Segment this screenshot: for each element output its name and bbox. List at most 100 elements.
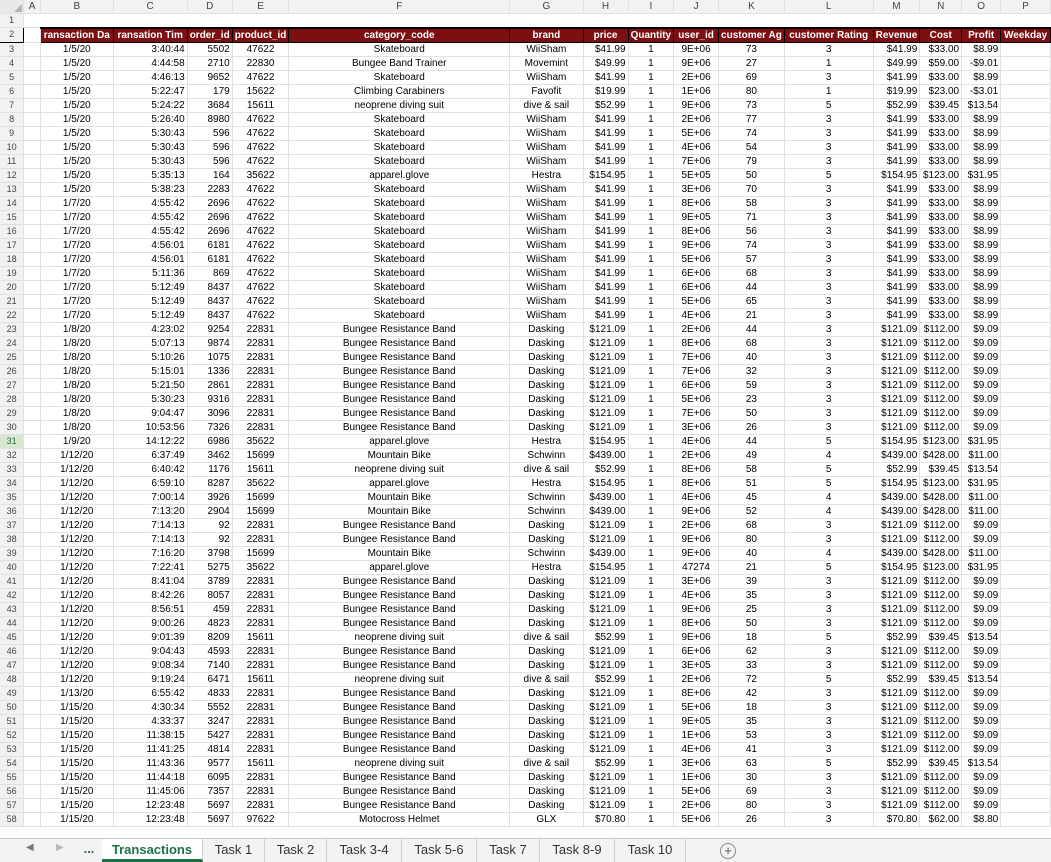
cell[interactable]: 50	[718, 168, 785, 183]
cell[interactable]: 8209	[187, 630, 233, 645]
cell[interactable]: 1	[628, 266, 675, 281]
cell[interactable]: 1	[628, 448, 675, 463]
cell[interactable]: 596	[187, 126, 233, 141]
cell[interactable]: $52.99	[873, 462, 921, 477]
cell[interactable]: $121.09	[873, 602, 921, 617]
cell[interactable]: 44	[718, 434, 785, 449]
cell[interactable]: dive & sail	[509, 630, 584, 645]
cell[interactable]: 9E+06	[673, 98, 720, 113]
cell[interactable]: $8.99	[961, 224, 1002, 239]
header-cell[interactable]: Revenue	[873, 26, 921, 43]
cell[interactable]: Bungee Resistance Band	[288, 336, 511, 351]
cell[interactable]: 5552	[187, 700, 233, 715]
cell[interactable]: 8E+06	[673, 336, 720, 351]
cell[interactable]: 6986	[187, 434, 233, 449]
cell[interactable]: 3	[784, 238, 874, 253]
cell[interactable]: $9.09	[961, 784, 1002, 799]
next-sheet-icon[interactable]: ▶	[56, 842, 64, 853]
cell[interactable]: 3247	[187, 714, 233, 729]
cell[interactable]: 8E+06	[673, 616, 720, 631]
cell[interactable]: Dasking	[509, 420, 584, 435]
cell[interactable]	[23, 812, 41, 827]
cell[interactable]: $112.00	[919, 322, 963, 337]
cell[interactable]	[23, 714, 41, 729]
row-header[interactable]: 29	[0, 406, 25, 421]
cell[interactable]: $121.09	[873, 700, 921, 715]
cell[interactable]: 3E+06	[673, 182, 720, 197]
cell[interactable]: $9.09	[961, 602, 1002, 617]
row-header[interactable]: 23	[0, 322, 25, 337]
cell[interactable]: $13.54	[961, 756, 1002, 771]
row-header[interactable]: 19	[0, 266, 25, 281]
cell[interactable]: 4:55:42	[113, 196, 188, 211]
cell[interactable]: $41.99	[873, 112, 921, 127]
cell[interactable]: 4E+06	[673, 308, 720, 323]
cell[interactable]: 1	[628, 490, 675, 505]
cell[interactable]: 47622	[232, 280, 290, 295]
cell[interactable]: 11:44:18	[113, 770, 188, 785]
cell[interactable]: 4593	[187, 644, 233, 659]
cell[interactable]: $9.09	[961, 322, 1002, 337]
cell[interactable]: 3	[784, 350, 874, 365]
cell[interactable]: Bungee Resistance Band	[288, 644, 511, 659]
cell[interactable]	[1000, 224, 1051, 239]
cell[interactable]: $41.99	[873, 224, 921, 239]
cell[interactable]: 3	[784, 308, 874, 323]
cell[interactable]: Bungee Resistance Band	[288, 392, 511, 407]
cell[interactable]: Bungee Resistance Band	[288, 406, 511, 421]
cell[interactable]: 5	[784, 630, 874, 645]
cell[interactable]: 65	[718, 294, 785, 309]
cell[interactable]	[23, 798, 41, 813]
cell[interactable]: 1/5/20	[39, 70, 114, 85]
cell[interactable]: 1E+06	[673, 770, 720, 785]
cell[interactable]	[1000, 294, 1051, 309]
cell[interactable]: 5502	[187, 42, 233, 57]
cell[interactable]	[1000, 196, 1051, 211]
cell[interactable]: 5	[784, 560, 874, 575]
cell[interactable]: Skateboard	[288, 238, 511, 253]
cell[interactable]: 1/15/20	[39, 798, 114, 813]
cell[interactable]: 1	[628, 294, 675, 309]
cell[interactable]: 9254	[187, 322, 233, 337]
header-cell[interactable]: customer Ag	[718, 26, 785, 43]
cell[interactable]: 4:30:34	[113, 700, 188, 715]
row-header[interactable]: 54	[0, 756, 25, 771]
cell[interactable]: 6:55:42	[113, 686, 188, 701]
row-header[interactable]: 40	[0, 560, 25, 575]
cell[interactable]: 9:08:34	[113, 658, 188, 673]
cell[interactable]: 8437	[187, 294, 233, 309]
cell[interactable]	[1000, 532, 1051, 547]
cell[interactable]: $41.99	[873, 266, 921, 281]
cell[interactable]: $33.00	[919, 196, 963, 211]
cell[interactable]: 22831	[232, 420, 290, 435]
cell[interactable]	[23, 322, 41, 337]
cell[interactable]: Skateboard	[288, 196, 511, 211]
cell[interactable]: 1/5/20	[39, 126, 114, 141]
cell[interactable]: 1	[628, 700, 675, 715]
cell[interactable]: $121.09	[873, 518, 921, 533]
header-cell[interactable]: ransation Tim	[113, 26, 188, 43]
cell[interactable]: 1	[628, 770, 675, 785]
cell[interactable]: $8.99	[961, 238, 1002, 253]
cell[interactable]: 6181	[187, 238, 233, 253]
cell[interactable]: 22831	[232, 742, 290, 757]
cell[interactable]: 51	[718, 476, 785, 491]
cell[interactable]	[1000, 98, 1051, 113]
row-header[interactable]: 34	[0, 476, 25, 491]
cell[interactable]: 7:14:13	[113, 532, 188, 547]
cell[interactable]: 7E+06	[673, 154, 720, 169]
cell[interactable]: 2696	[187, 196, 233, 211]
cell[interactable]: 59	[718, 378, 785, 393]
cell[interactable]	[23, 756, 41, 771]
cell[interactable]: 44	[718, 280, 785, 295]
cell[interactable]	[1000, 560, 1051, 575]
cell[interactable]: Skateboard	[288, 224, 511, 239]
cell[interactable]: 3	[784, 532, 874, 547]
cell[interactable]: $123.00	[919, 434, 963, 449]
cell[interactable]: 10:53:56	[113, 420, 188, 435]
row-header[interactable]: 13	[0, 182, 25, 197]
cell[interactable]: Skateboard	[288, 252, 511, 267]
cell[interactable]: $112.00	[919, 518, 963, 533]
cell[interactable]: $121.09	[583, 644, 629, 659]
cell[interactable]	[1000, 602, 1051, 617]
